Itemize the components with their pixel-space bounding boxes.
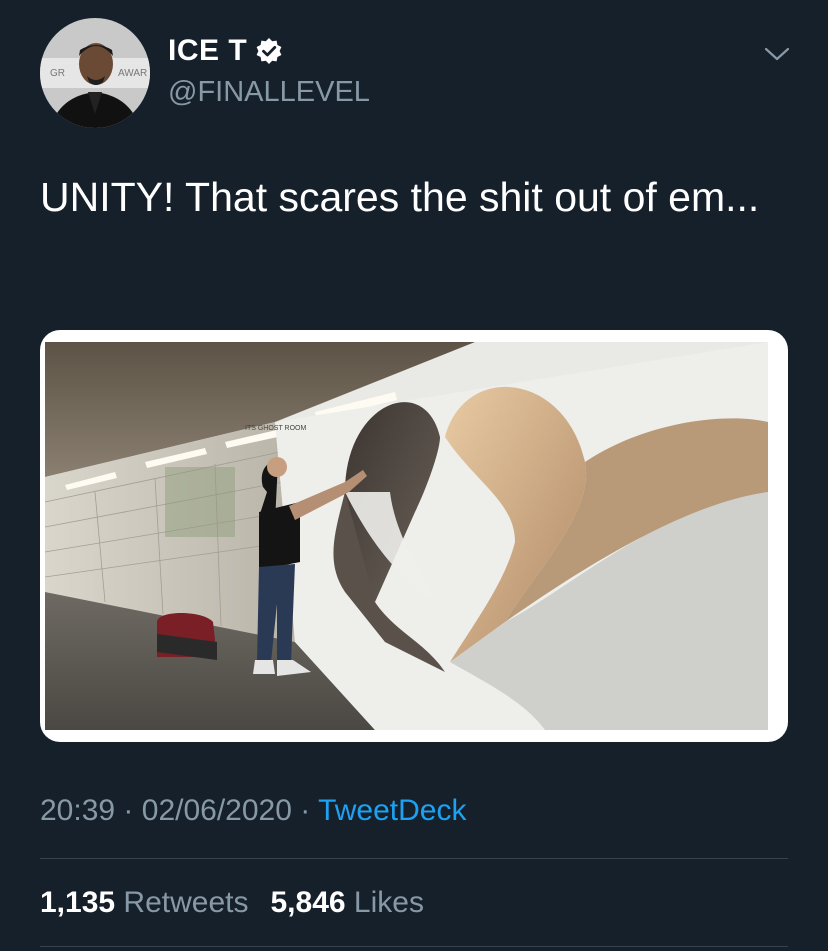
tweet-date: 02/06/2020 xyxy=(141,794,292,827)
avatar[interactable]: GR AWAR xyxy=(40,18,150,128)
tweet-source-link[interactable]: TweetDeck xyxy=(318,794,466,827)
meta-separator: · xyxy=(300,794,311,827)
display-name-row: ICE T xyxy=(168,36,283,66)
retweets-count: 1,135 xyxy=(40,886,116,919)
retweets-stat[interactable]: 1,135 Retweets xyxy=(40,886,248,920)
divider xyxy=(40,858,788,859)
chevron-down-icon[interactable] xyxy=(762,42,792,66)
likes-stat[interactable]: 5,846 Likes xyxy=(270,886,423,920)
user-handle[interactable]: @FINALLEVEL xyxy=(168,78,370,107)
tweet: GR AWAR ICE T @FINALLEVEL UNITY! That sc… xyxy=(0,0,828,951)
verified-check-icon xyxy=(255,37,283,65)
meta-separator: · xyxy=(123,794,134,827)
avatar-backdrop-text-left: GR xyxy=(50,68,65,79)
tweet-text: UNITY! That scares the shit out of em... xyxy=(40,174,760,220)
avatar-backdrop-text-right: AWAR xyxy=(118,68,147,79)
display-name[interactable]: ICE T xyxy=(168,36,247,66)
tweet-meta: 20:39 · 02/06/2020 · TweetDeck xyxy=(40,794,466,828)
tweet-time: 20:39 xyxy=(40,794,116,827)
tweet-media-image[interactable]: ITS GHOST ROOM xyxy=(40,330,788,742)
wall-graffiti-tag: ITS GHOST ROOM xyxy=(245,425,306,432)
divider xyxy=(40,946,788,947)
tweet-stats: 1,135 Retweets 5,846 Likes xyxy=(40,886,424,920)
retweets-label: Retweets xyxy=(123,886,249,919)
likes-label: Likes xyxy=(353,886,424,919)
likes-count: 5,846 xyxy=(270,886,346,919)
